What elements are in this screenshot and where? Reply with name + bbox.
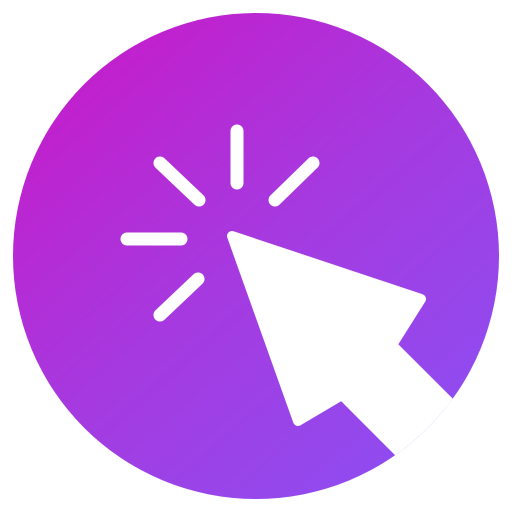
app-icon xyxy=(0,0,512,512)
click-cursor-icon xyxy=(6,6,506,506)
